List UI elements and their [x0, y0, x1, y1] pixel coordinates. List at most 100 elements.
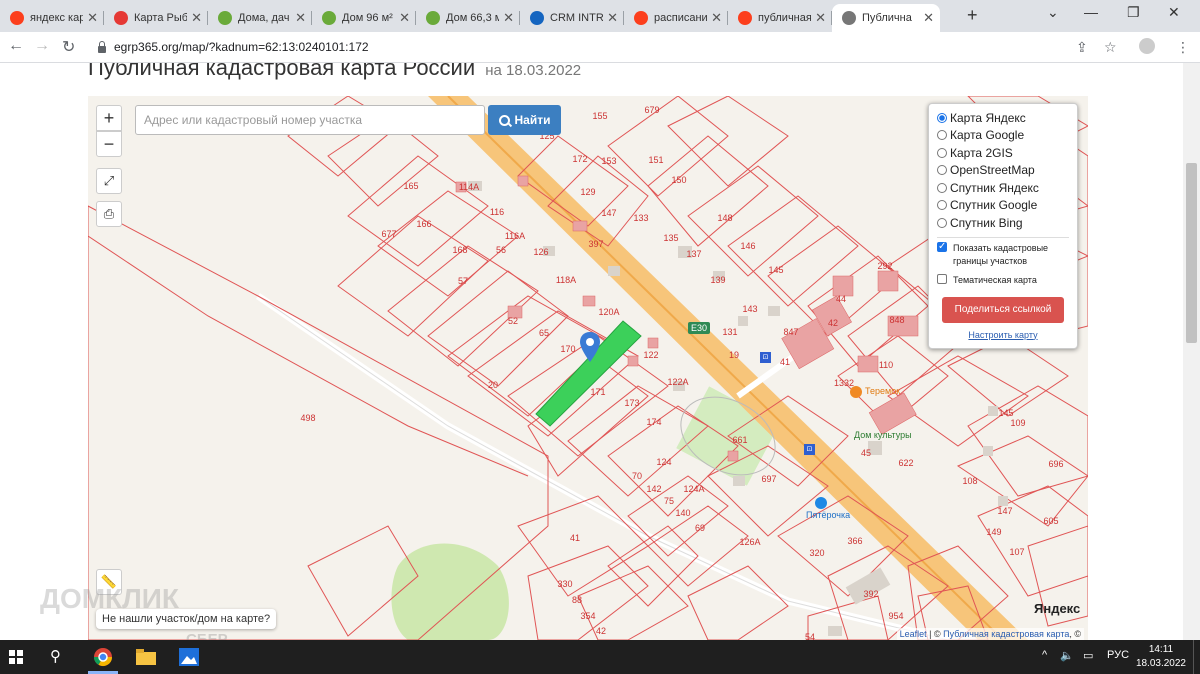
parcel-number[interactable]: 41: [780, 357, 790, 367]
location-pin-icon[interactable]: [580, 332, 600, 362]
photos-app-icon[interactable]: [179, 648, 199, 666]
parcel-number[interactable]: 143: [742, 304, 757, 314]
language-indicator[interactable]: РУС: [1107, 649, 1129, 661]
parcel-number[interactable]: 131: [722, 327, 737, 337]
parcel-number[interactable]: 145: [768, 265, 783, 275]
poi-pyaterochka[interactable]: Пятёрочка: [806, 510, 850, 520]
parcel-number[interactable]: 165: [403, 181, 418, 191]
layer-radio[interactable]: [937, 217, 947, 228]
new-tab-button[interactable]: +: [967, 5, 978, 26]
parcel-number[interactable]: 697: [761, 474, 776, 484]
parcel-number[interactable]: 145: [998, 408, 1013, 418]
browser-tab[interactable]: Дом 66,3 м ✕: [416, 4, 520, 32]
parcel-number[interactable]: 1332: [834, 378, 854, 388]
parcel-number[interactable]: 954: [888, 611, 903, 621]
show-borders-checkbox[interactable]: [937, 240, 947, 253]
tab-close-icon[interactable]: ✕: [815, 10, 826, 26]
browser-tab[interactable]: Публична ✕: [832, 4, 940, 32]
parcel-number[interactable]: 124: [656, 457, 671, 467]
profile-avatar-icon[interactable]: [1139, 38, 1155, 54]
leaflet-link[interactable]: Leaflet: [900, 629, 927, 639]
shop-poi-icon[interactable]: [815, 497, 827, 509]
parcel-number[interactable]: 120А: [598, 307, 619, 317]
tray-chevron-icon[interactable]: ^: [1042, 649, 1047, 661]
parcel-number[interactable]: 126А: [739, 537, 760, 547]
zoom-in-button[interactable]: +: [96, 105, 122, 131]
search-icon[interactable]: ⚲: [50, 647, 61, 665]
parcel-number[interactable]: 88: [572, 595, 582, 605]
poi-teremok[interactable]: Теремок: [865, 386, 900, 396]
show-borders-option[interactable]: Показать кадастровые границы участков: [937, 240, 1069, 268]
tab-close-icon[interactable]: ✕: [503, 10, 514, 26]
url-text[interactable]: egrp365.org/map/?kadnum=62:13:0240101:17…: [114, 40, 369, 54]
browser-tab[interactable]: публичная ✕: [728, 4, 832, 32]
tab-close-icon[interactable]: ✕: [87, 10, 98, 26]
parcel-number[interactable]: 330: [557, 579, 572, 589]
minimize-icon[interactable]: —: [1084, 4, 1098, 20]
parcel-number[interactable]: 108: [962, 476, 977, 486]
parcel-number[interactable]: 75: [664, 496, 674, 506]
thematic-checkbox[interactable]: [937, 273, 947, 284]
url-field[interactable]: egrp365.org/map/?kadnum=62:13:0240101:17…: [90, 35, 1130, 59]
parcel-number[interactable]: 133: [633, 213, 648, 223]
parcel-number[interactable]: 661: [732, 435, 747, 445]
layer-radio[interactable]: [937, 165, 947, 176]
layer-option[interactable]: Карта 2GIS: [937, 144, 1069, 162]
parcel-number[interactable]: 124А: [683, 484, 704, 494]
poi-dom-kultury[interactable]: Дом культуры: [854, 430, 912, 440]
layer-option[interactable]: Спутник Яндекс: [937, 179, 1069, 197]
parcel-number[interactable]: 696: [1048, 459, 1063, 469]
reload-icon[interactable]: ↻: [62, 37, 75, 57]
zoom-out-button[interactable]: −: [96, 131, 122, 157]
tab-close-icon[interactable]: ✕: [295, 10, 306, 26]
parcel-number[interactable]: 173: [624, 398, 639, 408]
close-window-icon[interactable]: ✕: [1168, 4, 1180, 21]
parcel-number[interactable]: 847: [783, 327, 798, 337]
tab-close-icon[interactable]: ✕: [711, 10, 722, 26]
parcel-number[interactable]: 44: [836, 294, 846, 304]
parcel-number[interactable]: 45: [861, 448, 871, 458]
layer-option[interactable]: OpenStreetMap: [937, 162, 1069, 180]
parcel-number[interactable]: 109: [1010, 418, 1025, 428]
search-input[interactable]: [135, 105, 485, 135]
restaurant-poi-icon[interactable]: [850, 386, 862, 398]
parcel-number[interactable]: 170: [560, 344, 575, 354]
setup-map-link[interactable]: Настроить карту: [937, 330, 1069, 340]
show-desktop-button[interactable]: [1193, 640, 1198, 674]
parcel-number[interactable]: 605: [1043, 516, 1058, 526]
parcel-number[interactable]: 122А: [667, 377, 688, 387]
layer-option[interactable]: Спутник Google: [937, 197, 1069, 215]
parcel-number[interactable]: 147: [601, 208, 616, 218]
parcel-number[interactable]: 677: [381, 229, 396, 239]
parcel-number[interactable]: 172: [572, 154, 587, 164]
bus-stop-icon[interactable]: ⊡: [804, 444, 815, 455]
share-link-button[interactable]: Поделиться ссылкой: [942, 296, 1064, 323]
file-explorer-icon[interactable]: [136, 649, 156, 665]
parcel-number[interactable]: 135: [663, 233, 678, 243]
parcel-number[interactable]: 168: [452, 245, 467, 255]
parcel-number[interactable]: 292: [877, 261, 892, 271]
tab-close-icon[interactable]: ✕: [399, 10, 410, 26]
parcel-number[interactable]: 122: [643, 350, 658, 360]
network-icon[interactable]: ▭: [1083, 649, 1093, 662]
browser-tab[interactable]: яндекс кар ✕: [0, 4, 104, 32]
pkk-link[interactable]: Публичная кадастровая карта: [943, 629, 1069, 639]
volume-icon[interactable]: 🔈: [1060, 649, 1074, 662]
bookmark-star-icon[interactable]: ☆: [1104, 39, 1117, 56]
parcel-number[interactable]: 20: [488, 380, 498, 390]
browser-tab[interactable]: Карта Рыб ✕: [104, 4, 208, 32]
parcel-number[interactable]: 392: [863, 589, 878, 599]
parcel-number[interactable]: 137: [686, 249, 701, 259]
windows-start-icon[interactable]: [9, 650, 23, 664]
bus-stop-icon[interactable]: ⊡: [760, 352, 771, 363]
scrollbar-thumb[interactable]: [1186, 163, 1197, 343]
parcel-number[interactable]: 354: [580, 611, 595, 621]
parcel-number[interactable]: 151: [648, 155, 663, 165]
layer-radio[interactable]: [937, 182, 947, 193]
parcel-number[interactable]: 65: [539, 328, 549, 338]
parcel-number[interactable]: 366: [847, 536, 862, 546]
parcel-number[interactable]: 70: [632, 471, 642, 481]
parcel-number[interactable]: 114А: [459, 182, 479, 192]
find-button[interactable]: Найти: [488, 105, 561, 135]
print-icon[interactable]: ⎙: [96, 201, 122, 227]
